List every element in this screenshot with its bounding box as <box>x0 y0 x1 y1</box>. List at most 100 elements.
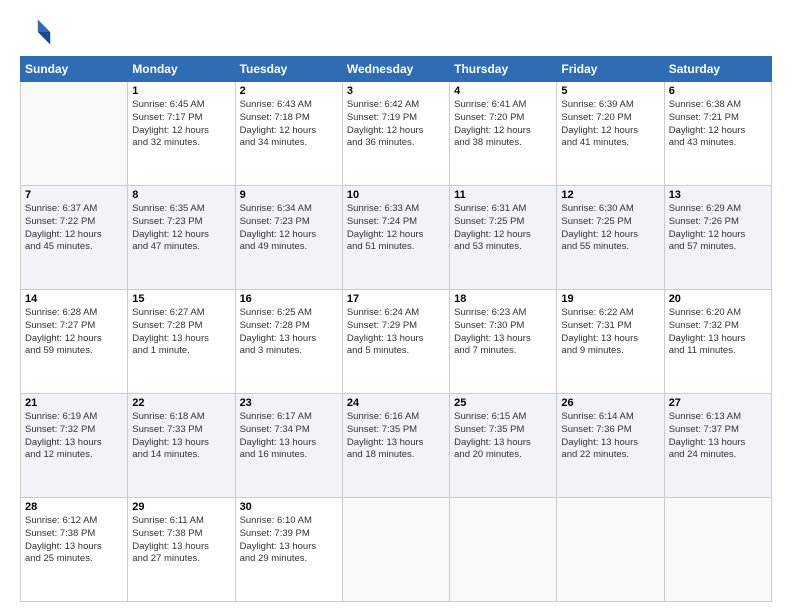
calendar-cell: 23 Sunrise: 6:17 AM Sunset: 7:34 PM Dayli… <box>235 394 342 498</box>
day-info: Sunrise: 6:22 AM Sunset: 7:31 PM Dayligh… <box>561 307 659 358</box>
day-info: Sunrise: 6:45 AM Sunset: 7:17 PM Dayligh… <box>132 99 230 150</box>
day-info: Sunrise: 6:11 AM Sunset: 7:38 PM Dayligh… <box>132 515 230 566</box>
calendar-week-row-0: 1 Sunrise: 6:45 AM Sunset: 7:17 PM Daylig… <box>21 82 772 186</box>
calendar-cell: 18 Sunrise: 6:23 AM Sunset: 7:30 PM Dayli… <box>450 290 557 394</box>
day-number: 11 <box>454 189 552 201</box>
day-number: 27 <box>669 397 767 409</box>
day-info: Sunrise: 6:24 AM Sunset: 7:29 PM Dayligh… <box>347 307 445 358</box>
calendar-cell: 14 Sunrise: 6:28 AM Sunset: 7:27 PM Dayli… <box>21 290 128 394</box>
day-info: Sunrise: 6:15 AM Sunset: 7:35 PM Dayligh… <box>454 411 552 462</box>
day-info: Sunrise: 6:31 AM Sunset: 7:25 PM Dayligh… <box>454 203 552 254</box>
day-number: 15 <box>132 293 230 305</box>
day-number: 26 <box>561 397 659 409</box>
day-info: Sunrise: 6:35 AM Sunset: 7:23 PM Dayligh… <box>132 203 230 254</box>
calendar-cell: 22 Sunrise: 6:18 AM Sunset: 7:33 PM Dayli… <box>128 394 235 498</box>
calendar-cell: 26 Sunrise: 6:14 AM Sunset: 7:36 PM Dayli… <box>557 394 664 498</box>
calendar-cell: 2Sunrise: 6:43 AM Sunset: 7:18 PM Daylig… <box>235 82 342 186</box>
day-number: 16 <box>240 293 338 305</box>
calendar-week-row-3: 21 Sunrise: 6:19 AM Sunset: 7:32 PM Dayli… <box>21 394 772 498</box>
calendar-week-row-2: 14 Sunrise: 6:28 AM Sunset: 7:27 PM Dayli… <box>21 290 772 394</box>
calendar-cell: 5 Sunrise: 6:39 AM Sunset: 7:20 PM Daylig… <box>557 82 664 186</box>
day-number: 5 <box>561 85 659 97</box>
calendar-cell: 29 Sunrise: 6:11 AM Sunset: 7:38 PM Dayli… <box>128 498 235 602</box>
day-info: Sunrise: 6:30 AM Sunset: 7:25 PM Dayligh… <box>561 203 659 254</box>
calendar-cell: 24Sunrise: 6:16 AM Sunset: 7:35 PM Dayli… <box>342 394 449 498</box>
day-info: Sunrise: 6:23 AM Sunset: 7:30 PM Dayligh… <box>454 307 552 358</box>
day-number: 12 <box>561 189 659 201</box>
day-info: Sunrise: 6:27 AM Sunset: 7:28 PM Dayligh… <box>132 307 230 358</box>
day-info: Sunrise: 6:19 AM Sunset: 7:32 PM Dayligh… <box>25 411 123 462</box>
logo <box>20 16 56 48</box>
day-number: 8 <box>132 189 230 201</box>
day-number: 28 <box>25 501 123 513</box>
day-number: 21 <box>25 397 123 409</box>
weekday-header-saturday: Saturday <box>664 57 771 82</box>
day-number: 4 <box>454 85 552 97</box>
calendar-cell: 1 Sunrise: 6:45 AM Sunset: 7:17 PM Daylig… <box>128 82 235 186</box>
calendar-week-row-1: 7 Sunrise: 6:37 AM Sunset: 7:22 PM Daylig… <box>21 186 772 290</box>
calendar-cell: 17Sunrise: 6:24 AM Sunset: 7:29 PM Dayli… <box>342 290 449 394</box>
calendar-cell: 28 Sunrise: 6:12 AM Sunset: 7:38 PM Dayli… <box>21 498 128 602</box>
day-info: Sunrise: 6:10 AM Sunset: 7:39 PM Dayligh… <box>240 515 338 566</box>
calendar-cell: 3Sunrise: 6:42 AM Sunset: 7:19 PM Daylig… <box>342 82 449 186</box>
day-info: Sunrise: 6:25 AM Sunset: 7:28 PM Dayligh… <box>240 307 338 358</box>
calendar-cell: 20 Sunrise: 6:20 AM Sunset: 7:32 PM Dayli… <box>664 290 771 394</box>
logo-icon <box>20 16 52 48</box>
day-info: Sunrise: 6:34 AM Sunset: 7:23 PM Dayligh… <box>240 203 338 254</box>
day-number: 13 <box>669 189 767 201</box>
day-number: 23 <box>240 397 338 409</box>
weekday-header-friday: Friday <box>557 57 664 82</box>
calendar-cell: 19 Sunrise: 6:22 AM Sunset: 7:31 PM Dayli… <box>557 290 664 394</box>
weekday-header-tuesday: Tuesday <box>235 57 342 82</box>
calendar-cell <box>664 498 771 602</box>
calendar-cell <box>450 498 557 602</box>
day-number: 20 <box>669 293 767 305</box>
day-number: 19 <box>561 293 659 305</box>
day-info: Sunrise: 6:39 AM Sunset: 7:20 PM Dayligh… <box>561 99 659 150</box>
day-info: Sunrise: 6:14 AM Sunset: 7:36 PM Dayligh… <box>561 411 659 462</box>
day-info: Sunrise: 6:13 AM Sunset: 7:37 PM Dayligh… <box>669 411 767 462</box>
calendar-cell <box>557 498 664 602</box>
day-info: Sunrise: 6:37 AM Sunset: 7:22 PM Dayligh… <box>25 203 123 254</box>
day-number: 29 <box>132 501 230 513</box>
day-info: Sunrise: 6:18 AM Sunset: 7:33 PM Dayligh… <box>132 411 230 462</box>
calendar-cell: 15 Sunrise: 6:27 AM Sunset: 7:28 PM Dayli… <box>128 290 235 394</box>
day-number: 18 <box>454 293 552 305</box>
day-number: 9 <box>240 189 338 201</box>
calendar-cell: 7 Sunrise: 6:37 AM Sunset: 7:22 PM Daylig… <box>21 186 128 290</box>
day-number: 7 <box>25 189 123 201</box>
day-number: 3 <box>347 85 445 97</box>
day-info: Sunrise: 6:17 AM Sunset: 7:34 PM Dayligh… <box>240 411 338 462</box>
day-number: 1 <box>132 85 230 97</box>
day-number: 10 <box>347 189 445 201</box>
page: SundayMondayTuesdayWednesdayThursdayFrid… <box>0 0 792 612</box>
day-info: Sunrise: 6:29 AM Sunset: 7:26 PM Dayligh… <box>669 203 767 254</box>
day-number: 14 <box>25 293 123 305</box>
day-info: Sunrise: 6:20 AM Sunset: 7:32 PM Dayligh… <box>669 307 767 358</box>
calendar-cell: 16 Sunrise: 6:25 AM Sunset: 7:28 PM Dayli… <box>235 290 342 394</box>
day-number: 2 <box>240 85 338 97</box>
day-info: Sunrise: 6:33 AM Sunset: 7:24 PM Dayligh… <box>347 203 445 254</box>
header <box>20 16 772 48</box>
weekday-header-row: SundayMondayTuesdayWednesdayThursdayFrid… <box>21 57 772 82</box>
calendar-cell: 30Sunrise: 6:10 AM Sunset: 7:39 PM Dayli… <box>235 498 342 602</box>
calendar-cell: 8 Sunrise: 6:35 AM Sunset: 7:23 PM Daylig… <box>128 186 235 290</box>
day-info: Sunrise: 6:38 AM Sunset: 7:21 PM Dayligh… <box>669 99 767 150</box>
calendar-cell: 27 Sunrise: 6:13 AM Sunset: 7:37 PM Dayli… <box>664 394 771 498</box>
calendar-cell: 21 Sunrise: 6:19 AM Sunset: 7:32 PM Dayli… <box>21 394 128 498</box>
calendar-cell: 9 Sunrise: 6:34 AM Sunset: 7:23 PM Daylig… <box>235 186 342 290</box>
weekday-header-sunday: Sunday <box>21 57 128 82</box>
day-info: Sunrise: 6:28 AM Sunset: 7:27 PM Dayligh… <box>25 307 123 358</box>
day-number: 24 <box>347 397 445 409</box>
day-number: 22 <box>132 397 230 409</box>
calendar-cell: 4Sunrise: 6:41 AM Sunset: 7:20 PM Daylig… <box>450 82 557 186</box>
calendar-cell: 25Sunrise: 6:15 AM Sunset: 7:35 PM Dayli… <box>450 394 557 498</box>
day-number: 6 <box>669 85 767 97</box>
calendar-week-row-4: 28 Sunrise: 6:12 AM Sunset: 7:38 PM Dayli… <box>21 498 772 602</box>
calendar-table: SundayMondayTuesdayWednesdayThursdayFrid… <box>20 56 772 602</box>
calendar-cell: 6 Sunrise: 6:38 AM Sunset: 7:21 PM Daylig… <box>664 82 771 186</box>
calendar-cell: 13 Sunrise: 6:29 AM Sunset: 7:26 PM Dayli… <box>664 186 771 290</box>
calendar-cell: 12 Sunrise: 6:30 AM Sunset: 7:25 PM Dayli… <box>557 186 664 290</box>
day-info: Sunrise: 6:12 AM Sunset: 7:38 PM Dayligh… <box>25 515 123 566</box>
calendar-cell <box>342 498 449 602</box>
